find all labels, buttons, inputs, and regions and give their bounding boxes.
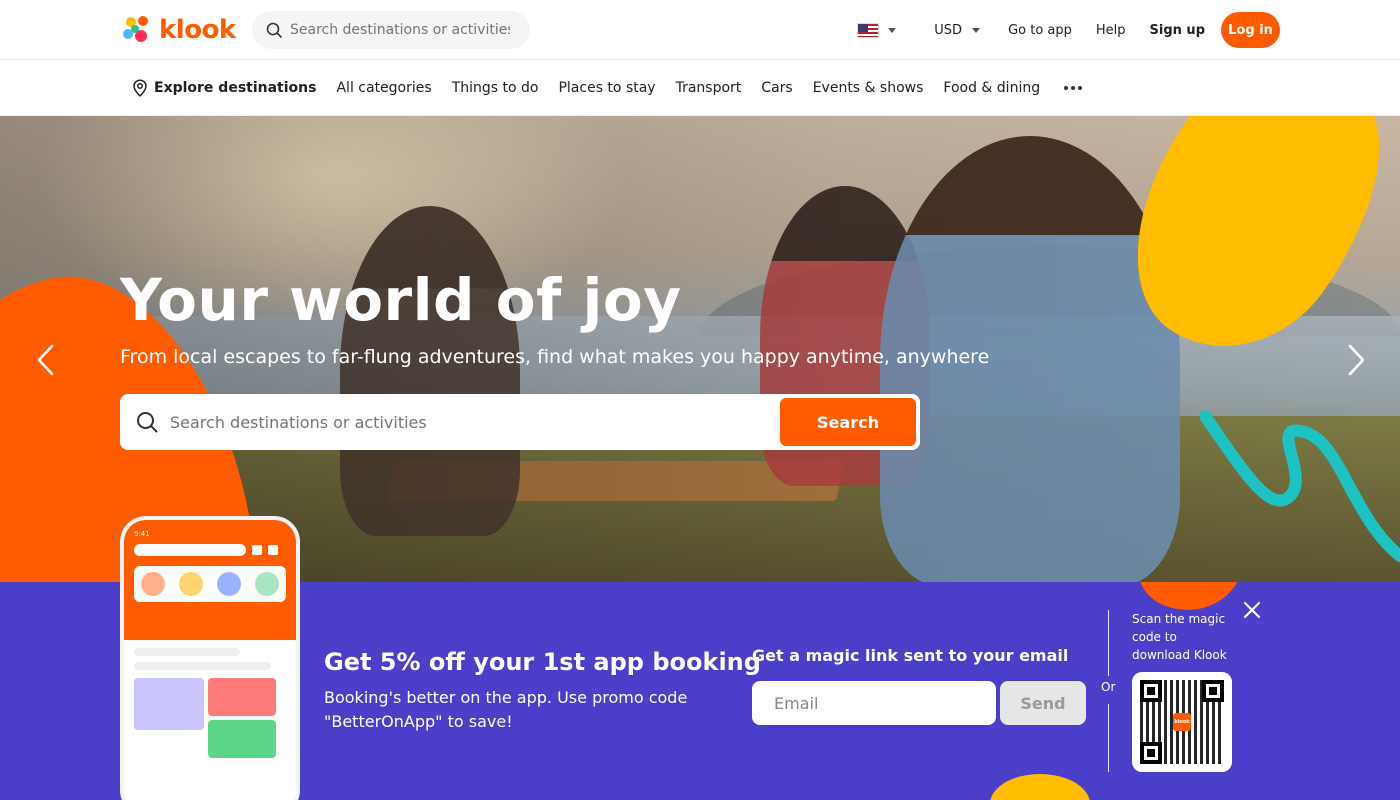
currency-label: USD [934,22,963,38]
more-icon[interactable] [1064,86,1083,90]
qr-instructions-line: code to [1132,630,1177,644]
promo-description-line: Booking's better on the app. Use promo c… [324,688,688,707]
chevron-left-icon [37,344,54,376]
close-promo-button[interactable] [1240,598,1264,622]
or-separator: Or [1101,680,1116,694]
help-link[interactable]: Help [1096,23,1126,38]
nav-food-dining[interactable]: Food & dining [943,80,1040,96]
qr-code: klook [1132,672,1232,772]
currency-selector[interactable]: USD [934,22,981,38]
carousel-prev-button[interactable] [30,340,60,380]
qr-instructions: Scan the magic code to download Klook [1132,610,1242,664]
top-header: klook USD Go to app Help Sign up Log in [0,0,1400,60]
search-icon [266,22,282,38]
send-button[interactable]: Send [1000,681,1086,725]
header-actions: USD Go to app Help Sign up Log in [857,0,1280,60]
search-icon [137,412,158,433]
chevron-down-icon [888,27,897,33]
promo-description-line: "BetterOnApp" to save! [324,712,513,731]
explore-destinations-link[interactable]: Explore destinations [132,79,316,97]
us-flag-icon [857,22,880,38]
header-search-bar[interactable] [252,11,530,49]
chevron-down-icon [972,27,981,33]
header-search-input[interactable] [290,22,510,38]
nav-events-shows[interactable]: Events & shows [813,80,924,96]
hero-title: Your world of joy [120,266,682,334]
app-phone-mockup: 9:41 [120,516,300,800]
hero-search-bar[interactable]: Search [120,394,920,450]
klook-wordmark: klook [159,15,236,45]
nav-transport[interactable]: Transport [676,80,742,96]
divider [1108,704,1109,772]
explore-destinations-label: Explore destinations [154,80,317,96]
qr-code-icon: klook [1140,680,1224,764]
location-pin-icon [133,79,147,97]
promo-title: Get 5% off your 1st app booking [324,648,761,676]
log-in-button[interactable]: Log in [1221,12,1280,48]
nav-cars[interactable]: Cars [761,80,792,96]
qr-instructions-line: Scan the magic [1132,612,1226,626]
go-to-app-link[interactable]: Go to app [1008,23,1072,38]
promo-description: Booking's better on the app. Use promo c… [324,686,724,734]
klook-logo-icon [123,16,148,42]
hero-search-input[interactable] [170,412,750,432]
chevron-right-icon [1348,344,1365,376]
klook-logo[interactable]: klook [119,12,236,48]
carousel-next-button[interactable] [1342,340,1372,380]
nav-all-categories[interactable]: All categories [336,80,431,96]
nav-things-to-do[interactable]: Things to do [452,80,539,96]
hero-search-button[interactable]: Search [780,398,916,446]
nav-places-to-stay[interactable]: Places to stay [558,80,655,96]
phone-status-time: 9:41 [134,530,150,538]
language-selector[interactable] [857,22,897,38]
hero-banner: Your world of joy From local escapes to … [0,116,1400,582]
qr-center-logo: klook [1173,713,1191,731]
email-field[interactable] [752,681,996,725]
sign-up-link[interactable]: Sign up [1150,23,1205,38]
close-icon [1243,601,1261,619]
decorative-teal-squiggle [1200,410,1400,562]
hero-subtitle: From local escapes to far-flung adventur… [120,346,990,368]
category-nav: Explore destinations All categories Thin… [0,60,1400,116]
magic-link-title: Get a magic link sent to your email [752,646,1069,665]
decorative-yellow-shape [990,774,1090,800]
qr-instructions-line: download Klook [1132,648,1227,662]
divider [1108,610,1109,676]
